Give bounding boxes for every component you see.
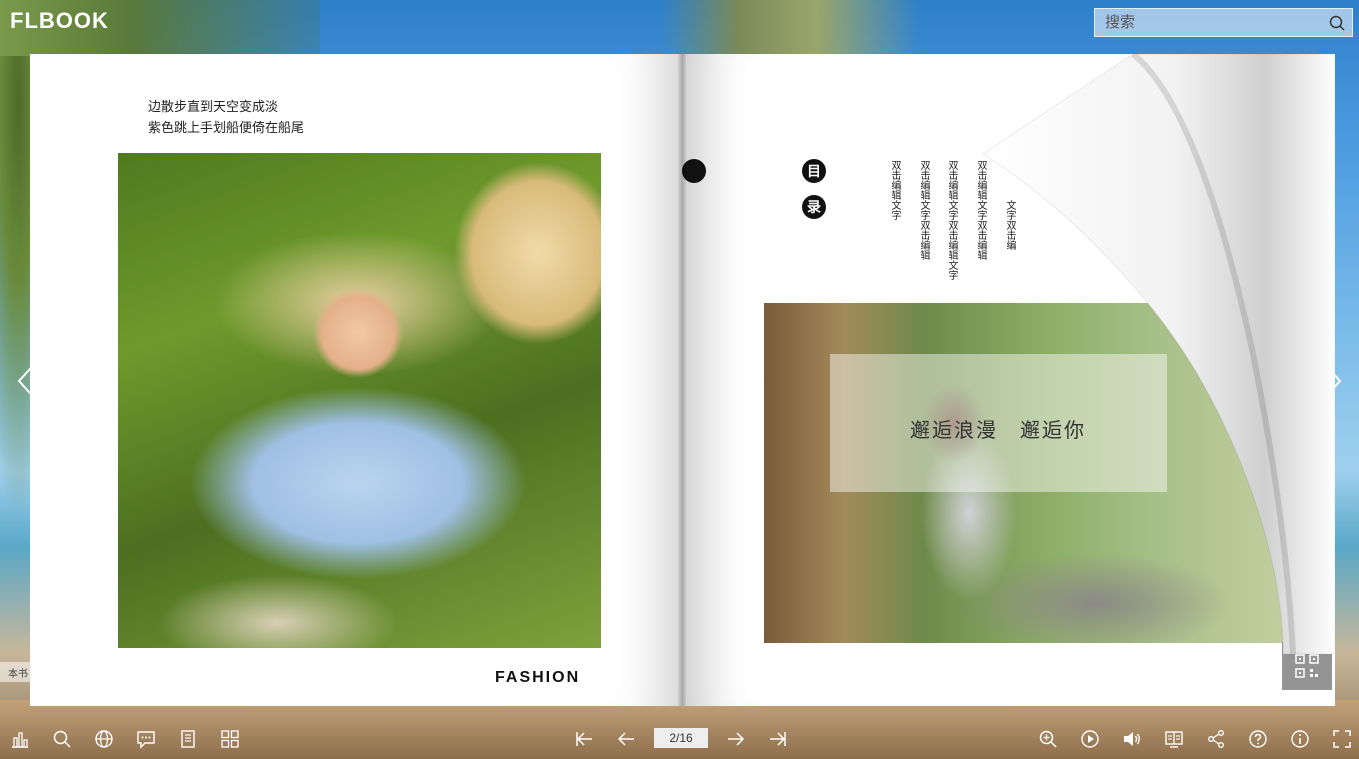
poem-line: 边散步直到天空变成淡 bbox=[148, 99, 279, 114]
boy-with-dog-photo bbox=[118, 153, 601, 648]
left-page[interactable]: 边散步直到天空变成淡 紫色跳上手划船便倚在船尾 FASHION bbox=[30, 54, 682, 706]
toc-badge-mu: 目 bbox=[802, 159, 826, 183]
qr-code-icon bbox=[1295, 654, 1319, 678]
page-curl[interactable] bbox=[953, 54, 1335, 654]
toc-entry[interactable]: 双击编辑文字 bbox=[889, 160, 900, 220]
poem-text: 边散步直到天空变成淡 紫色跳上手划船便倚在船尾 bbox=[148, 96, 304, 138]
fashion-footer: FASHION bbox=[495, 669, 581, 686]
book-tab-label[interactable]: 本书 bbox=[0, 662, 44, 682]
play-icon[interactable] bbox=[1078, 727, 1102, 751]
poem-line: 紫色跳上手划船便倚在船尾 bbox=[148, 120, 305, 135]
last-page-icon[interactable] bbox=[766, 727, 790, 751]
bar-chart-icon[interactable] bbox=[8, 727, 32, 751]
globe-icon[interactable] bbox=[92, 727, 116, 751]
info-icon[interactable] bbox=[1288, 727, 1312, 751]
grid-icon[interactable] bbox=[218, 727, 242, 751]
bookshelf-icon[interactable] bbox=[1162, 727, 1186, 751]
toc-badge-lu: 录 bbox=[802, 195, 826, 219]
zoom-in-icon[interactable] bbox=[1036, 727, 1060, 751]
comment-icon[interactable] bbox=[134, 727, 158, 751]
toc-entry[interactable]: 双击编辑文字双击编辑 bbox=[918, 160, 929, 260]
document-icon[interactable] bbox=[176, 727, 200, 751]
book-spine bbox=[678, 54, 686, 706]
help-icon[interactable] bbox=[1246, 727, 1270, 751]
search-icon[interactable] bbox=[1322, 15, 1352, 31]
first-page-icon[interactable] bbox=[572, 727, 596, 751]
search-icon[interactable] bbox=[50, 727, 74, 751]
background-tree bbox=[660, 0, 920, 56]
search-box[interactable] bbox=[1094, 8, 1353, 37]
fullscreen-icon[interactable] bbox=[1330, 727, 1354, 751]
page-number-indicator[interactable]: 2/16 bbox=[654, 728, 708, 748]
prev-page-icon[interactable] bbox=[614, 727, 638, 751]
search-input[interactable] bbox=[1095, 9, 1322, 36]
volume-icon[interactable] bbox=[1120, 727, 1144, 751]
bottom-toolbar: 2/16 bbox=[0, 719, 1359, 759]
flbook-logo: FLBOOK bbox=[10, 8, 109, 33]
next-page-icon[interactable] bbox=[724, 727, 748, 751]
share-icon[interactable] bbox=[1204, 727, 1228, 751]
